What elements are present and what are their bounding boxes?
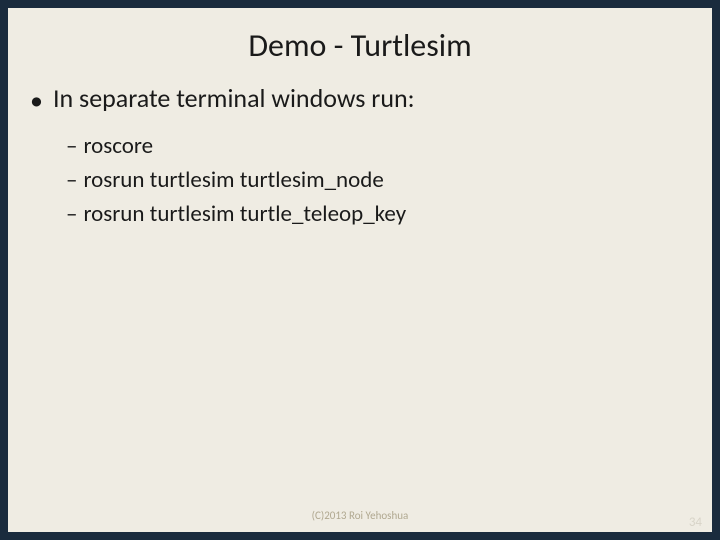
bullet-level-1: • In separate terminal windows run:	[30, 83, 712, 116]
subbullet-text: roscore	[83, 132, 153, 162]
bullet-text: In separate terminal windows run:	[53, 83, 415, 114]
bullet-level-2: – rosrun turtlesim turtle_teleop_key	[66, 200, 712, 230]
dash-marker: –	[66, 132, 77, 162]
dash-marker: –	[66, 166, 77, 196]
dash-marker: –	[66, 200, 77, 230]
subbullet-text: rosrun turtlesim turtle_teleop_key	[83, 200, 406, 230]
slide-title: Demo - Turtlesim	[8, 8, 712, 83]
footer: (C)2013 Roi Yehoshua	[8, 509, 712, 522]
slide-content: • In separate terminal windows run: – ro…	[8, 83, 712, 230]
slide-container: Demo - Turtlesim • In separate terminal …	[8, 8, 712, 532]
bullet-level-2: – roscore	[66, 132, 712, 162]
bullet-marker: •	[30, 85, 43, 116]
subbullet-text: rosrun turtlesim turtlesim_node	[83, 166, 383, 196]
bullet-level-2: – rosrun turtlesim turtlesim_node	[66, 166, 712, 196]
sublist: – roscore – rosrun turtlesim turtlesim_n…	[30, 132, 712, 230]
page-number: 34	[689, 515, 702, 530]
copyright-text: (C)2013 Roi Yehoshua	[312, 509, 409, 522]
